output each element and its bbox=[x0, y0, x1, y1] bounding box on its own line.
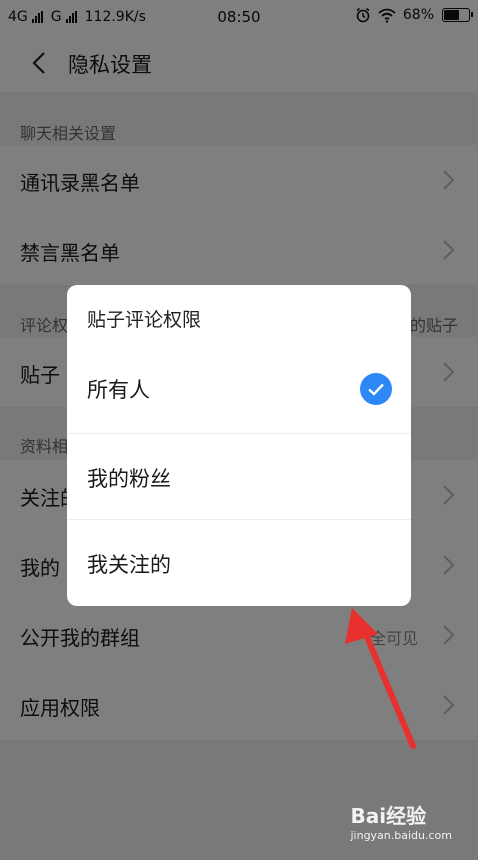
option-my-fans[interactable]: 我的粉丝 bbox=[67, 433, 411, 520]
option-my-fans-label: 我的粉丝 bbox=[87, 467, 171, 491]
dialog-title: 贴子评论权限 bbox=[87, 309, 202, 331]
baidu-jingyan-watermark: Bai经验 jingyan.baidu.com bbox=[350, 800, 452, 842]
option-everyone-label: 所有人 bbox=[87, 378, 150, 402]
post-comment-permission-dialog: 贴子评论权限 所有人 我的粉丝 我关注的 bbox=[67, 285, 411, 606]
watermark-line2: jingyan.baidu.com bbox=[350, 829, 452, 842]
option-everyone[interactable]: 所有人 bbox=[67, 345, 411, 431]
checkmark-icon bbox=[360, 373, 392, 405]
option-i-follow-label: 我关注的 bbox=[87, 553, 171, 577]
option-i-follow[interactable]: 我关注的 bbox=[67, 519, 411, 606]
watermark-line1: Bai经验 bbox=[350, 804, 427, 828]
